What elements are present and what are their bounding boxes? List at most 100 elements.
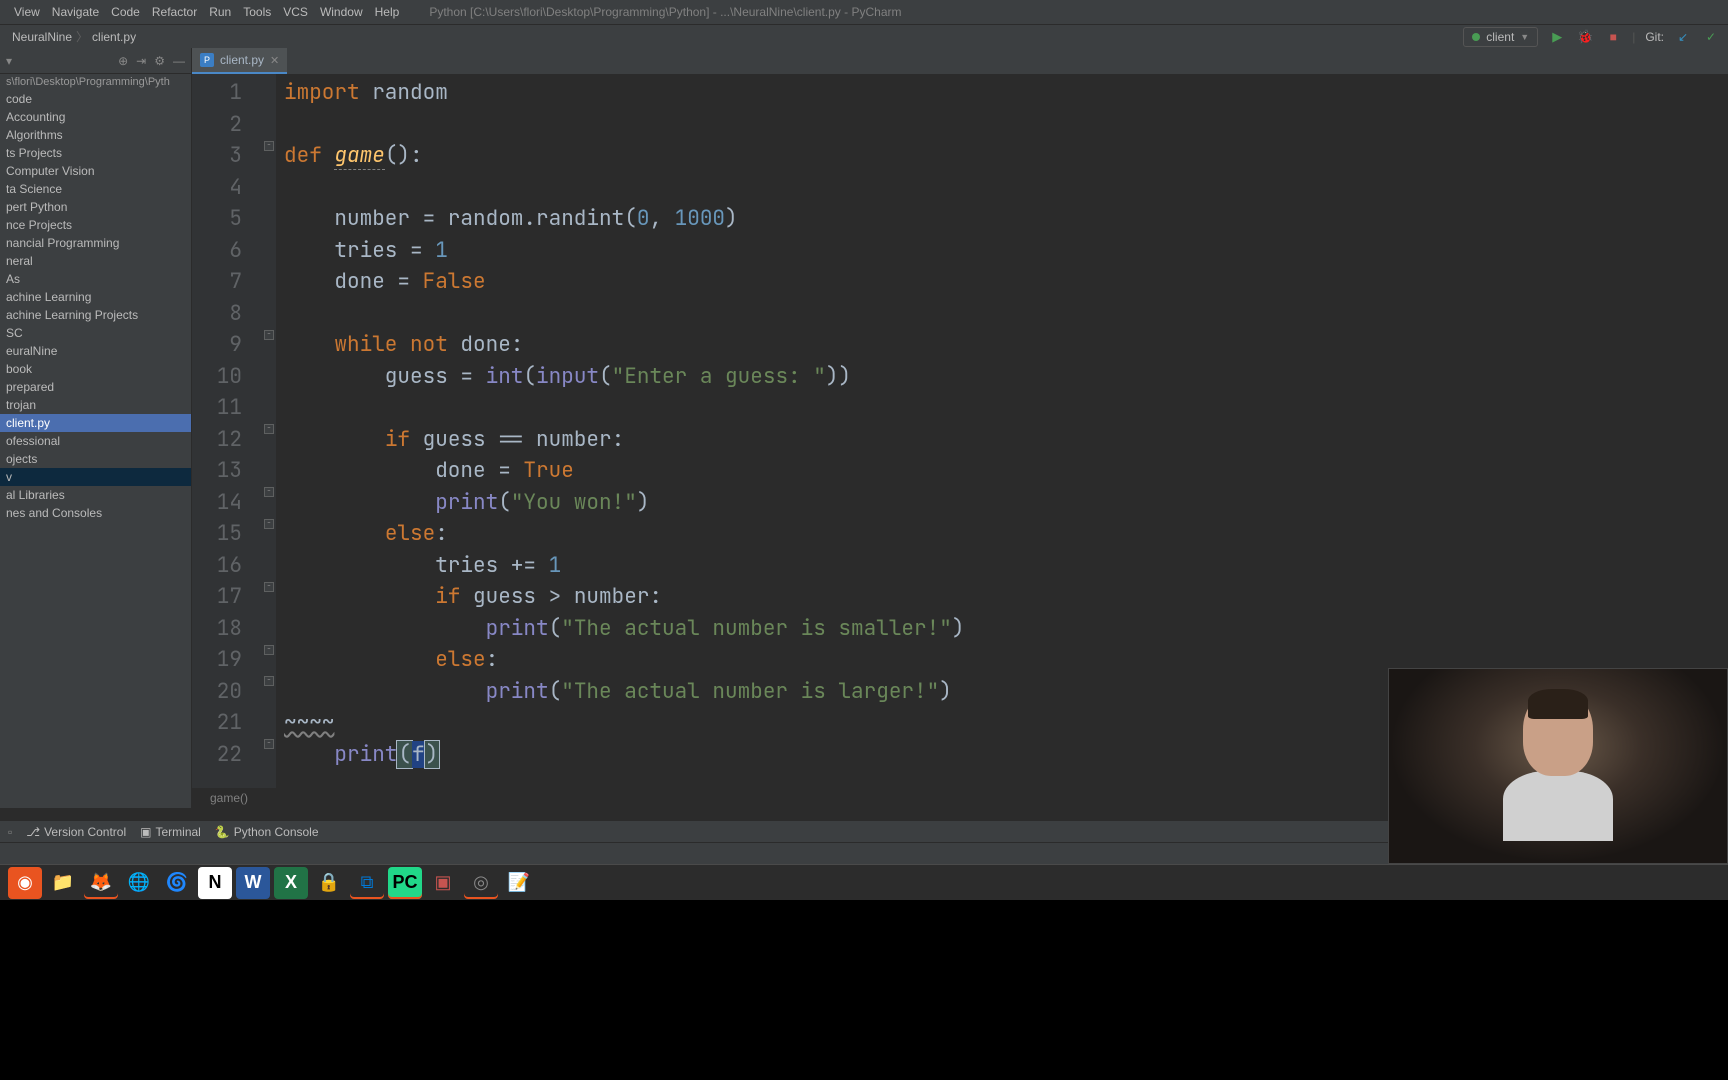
code-line[interactable]: guess = int(input("Enter a guess: ")) (284, 361, 1728, 393)
tree-item[interactable]: code (0, 90, 191, 108)
breadcrumb-file[interactable]: client.py (88, 30, 140, 44)
tree-item[interactable]: client.py (0, 414, 191, 432)
tree-item[interactable]: achine Learning Projects (0, 306, 191, 324)
fold-marker-icon[interactable]: − (264, 645, 274, 655)
git-commit-icon[interactable]: ✓ (1702, 28, 1720, 46)
menu-code[interactable]: Code (105, 5, 146, 19)
breadcrumb-root[interactable]: NeuralNine (8, 30, 76, 44)
code-line[interactable]: else: (284, 518, 1728, 550)
code-line[interactable]: import random (284, 77, 1728, 109)
branch-icon: ⎇ (26, 825, 40, 839)
taskbar-excel-icon[interactable]: X (274, 867, 308, 899)
tree-item[interactable]: Accounting (0, 108, 191, 126)
menu-vcs[interactable]: VCS (277, 5, 314, 19)
tree-item[interactable]: SC (0, 324, 191, 342)
black-letterbox (0, 900, 1728, 1080)
tree-item[interactable]: nancial Programming (0, 234, 191, 252)
taskbar-files-icon[interactable]: 📁 (46, 867, 80, 899)
python-console-button[interactable]: 🐍 Python Console (215, 825, 319, 839)
code-line[interactable] (284, 298, 1728, 330)
tree-item[interactable]: nce Projects (0, 216, 191, 234)
menu-help[interactable]: Help (369, 5, 406, 19)
code-line[interactable] (284, 392, 1728, 424)
fold-marker-icon[interactable]: − (264, 330, 274, 340)
fold-marker-icon[interactable]: − (264, 487, 274, 497)
fold-marker-icon[interactable]: − (264, 582, 274, 592)
taskbar-app-icon[interactable]: ▣ (426, 867, 460, 899)
terminal-button[interactable]: ▣ Terminal (140, 825, 201, 839)
collapse-icon[interactable]: ⇥ (136, 54, 146, 68)
run-config-name: client (1486, 30, 1514, 44)
menu-run[interactable]: Run (203, 5, 237, 19)
code-line[interactable]: if guess == number: (284, 424, 1728, 456)
code-line[interactable]: if guess > number: (284, 581, 1728, 613)
taskbar-pycharm-icon[interactable]: PC (388, 867, 422, 899)
tree-item[interactable]: pert Python (0, 198, 191, 216)
taskbar-ubuntu-icon[interactable]: ◉ (8, 867, 42, 899)
tree-item[interactable]: prepared (0, 378, 191, 396)
menu-view[interactable]: View (8, 5, 46, 19)
editor-tab-client[interactable]: P client.py ✕ (192, 48, 287, 74)
target-icon[interactable]: ⊕ (118, 54, 128, 68)
code-line[interactable] (284, 109, 1728, 141)
tree-item[interactable]: ojects (0, 450, 191, 468)
close-tab-icon[interactable]: ✕ (270, 54, 279, 67)
taskbar-word-icon[interactable]: W (236, 867, 270, 899)
fold-marker-icon[interactable]: − (264, 739, 274, 749)
code-line[interactable]: print("You won!") (284, 487, 1728, 519)
tree-item[interactable]: ts Projects (0, 144, 191, 162)
tree-item[interactable]: euralNine (0, 342, 191, 360)
tree-item[interactable]: As (0, 270, 191, 288)
fold-marker-icon[interactable]: − (264, 519, 274, 529)
project-tree[interactable]: s\flori\Desktop\Programming\Pyth codeAcc… (0, 74, 191, 808)
tree-item[interactable]: ta Science (0, 180, 191, 198)
menu-navigate[interactable]: Navigate (46, 5, 105, 19)
code-line[interactable]: def game(): (284, 140, 1728, 172)
code-line[interactable]: number = random.randint(0, 1000) (284, 203, 1728, 235)
taskbar-vscode-icon[interactable]: ⧉ (350, 867, 384, 899)
run-configuration-selector[interactable]: client ▼ (1463, 27, 1538, 47)
tree-item[interactable]: al Libraries (0, 486, 191, 504)
fold-marker-icon[interactable]: − (264, 676, 274, 686)
tree-item[interactable]: Computer Vision (0, 162, 191, 180)
tree-item[interactable]: ofessional (0, 432, 191, 450)
tree-root-path[interactable]: s\flori\Desktop\Programming\Pyth (0, 74, 191, 90)
version-control-button[interactable]: ⎇ Version Control (26, 825, 126, 839)
menu-tools[interactable]: Tools (237, 5, 277, 19)
code-line[interactable]: tries += 1 (284, 550, 1728, 582)
fold-column: − − − − − − − − − (264, 74, 276, 788)
tree-item[interactable]: trojan (0, 396, 191, 414)
run-button[interactable]: ▶ (1548, 28, 1566, 46)
debug-button[interactable]: 🐞 (1576, 28, 1594, 46)
taskbar-security-icon[interactable]: 🔒 (312, 867, 346, 899)
tool-window-icon[interactable]: ▫ (8, 825, 12, 839)
project-dropdown-icon[interactable]: ▾ (6, 54, 12, 68)
webcam-overlay (1388, 668, 1728, 864)
fold-marker-icon[interactable]: − (264, 424, 274, 434)
tree-item[interactable]: neral (0, 252, 191, 270)
code-line[interactable] (284, 172, 1728, 204)
code-line[interactable]: tries = 1 (284, 235, 1728, 267)
taskbar-notes-icon[interactable]: 📝 (502, 867, 536, 899)
code-line[interactable]: done = True (284, 455, 1728, 487)
stop-button[interactable]: ■ (1604, 28, 1622, 46)
git-update-icon[interactable]: ↙ (1674, 28, 1692, 46)
taskbar-edge-icon[interactable]: 🌀 (160, 867, 194, 899)
menu-window[interactable]: Window (314, 5, 369, 19)
code-line[interactable]: done = False (284, 266, 1728, 298)
taskbar-obs-icon[interactable]: ◎ (464, 867, 498, 899)
tree-item[interactable]: nes and Consoles (0, 504, 191, 522)
tree-item[interactable]: Algorithms (0, 126, 191, 144)
taskbar-notion-icon[interactable]: N (198, 867, 232, 899)
taskbar-chrome-icon[interactable]: 🌐 (122, 867, 156, 899)
gear-icon[interactable]: ⚙ (154, 54, 165, 68)
tree-item[interactable]: v (0, 468, 191, 486)
code-line[interactable]: print("The actual number is smaller!") (284, 613, 1728, 645)
hide-icon[interactable]: — (173, 54, 185, 68)
fold-marker-icon[interactable]: − (264, 141, 274, 151)
menu-refactor[interactable]: Refactor (146, 5, 203, 19)
tree-item[interactable]: achine Learning (0, 288, 191, 306)
code-line[interactable]: while not done: (284, 329, 1728, 361)
tree-item[interactable]: book (0, 360, 191, 378)
taskbar-firefox-icon[interactable]: 🦊 (84, 867, 118, 899)
